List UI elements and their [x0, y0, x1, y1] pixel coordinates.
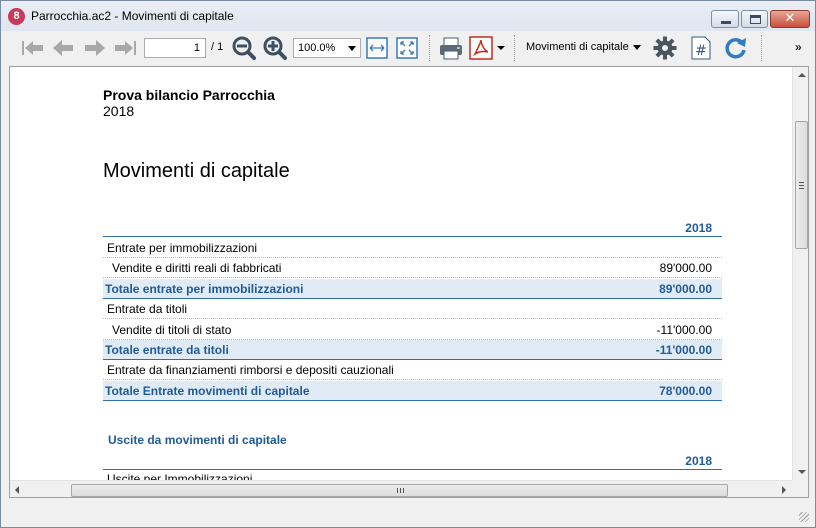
last-page-icon: [115, 41, 136, 55]
maximize-button[interactable]: [741, 10, 768, 28]
section-title: Uscite da movimenti di capitale: [108, 433, 287, 447]
report-page: Prova bilancio Parrocchia 2018 Movimenti…: [10, 67, 792, 480]
maximize-icon: [750, 15, 761, 24]
row-label: Totale entrate per immobilizzazioni: [105, 282, 304, 296]
grip-icon: [397, 488, 404, 493]
title-bar: 8 Parrocchia.ac2 - Movimenti di capitale…: [1, 1, 815, 31]
horizontal-scroll-thumb[interactable]: [71, 484, 728, 497]
zoom-value: 100.0%: [298, 42, 336, 54]
first-page-icon: [22, 41, 43, 55]
refresh-button[interactable]: [722, 34, 750, 62]
report-select[interactable]: Movimenti di capitale: [521, 38, 645, 58]
scroll-corner: [792, 480, 808, 497]
report-viewport: Prova bilancio Parrocchia 2018 Movimenti…: [9, 66, 809, 498]
page-number-input[interactable]: 1: [144, 38, 206, 58]
vertical-scrollbar[interactable]: [792, 67, 808, 480]
chevron-down-icon: [633, 45, 641, 50]
status-bar: [1, 498, 815, 527]
zoom-out-icon: [232, 36, 256, 60]
fit-width-icon: [366, 37, 388, 59]
row-label: Entrate per immobilizzazioni: [107, 241, 258, 255]
horizontal-scrollbar[interactable]: [10, 480, 792, 497]
chevron-down-icon: [497, 46, 505, 50]
fit-page-button[interactable]: [395, 34, 419, 62]
total-row: Totale entrate per immobilizzazioni 89'00…: [103, 279, 722, 299]
column-header-year: 2018: [685, 221, 712, 235]
row-label: Vendite di titoli di stato: [112, 323, 232, 337]
row-amount: -11'000.00: [655, 343, 712, 357]
last-page-button[interactable]: [111, 34, 139, 62]
next-page-button[interactable]: [81, 34, 109, 62]
settings-button[interactable]: [651, 34, 679, 62]
column-header: 2018: [103, 219, 722, 237]
toolbar-overflow-button[interactable]: »: [795, 40, 802, 54]
printer-icon: [440, 37, 462, 60]
toolbar-separator: [429, 35, 430, 61]
arrow-right-icon: [85, 40, 105, 56]
gear-icon: [653, 36, 677, 60]
report-header-title: Prova bilancio Parrocchia: [103, 87, 275, 103]
total-row: Totale entrate da titoli -11'000.00: [103, 340, 722, 360]
zoom-select[interactable]: 100.0%: [293, 38, 361, 58]
total-row: Totale Entrate movimenti di capitale 78'0…: [103, 381, 722, 401]
scroll-down-icon[interactable]: [798, 470, 806, 474]
minimize-icon: [721, 21, 731, 24]
scroll-left-icon[interactable]: [15, 486, 19, 494]
table-row: Entrate da finanziamenti rimborsi e depo…: [103, 360, 722, 380]
table-row: Vendite di titoli di stato -11'000.00: [103, 320, 722, 340]
report-select-value: Movimenti di capitale: [526, 41, 629, 53]
minimize-button[interactable]: [711, 10, 739, 28]
row-amount: 78'000.00: [659, 384, 712, 398]
table-row: Vendite e diritti reali di fabbricati 89'…: [103, 258, 722, 278]
fit-width-button[interactable]: [365, 34, 389, 62]
first-page-button[interactable]: [19, 34, 47, 62]
row-label: Entrate da finanziamenti rimborsi e depo…: [107, 363, 394, 377]
column-header-year: 2018: [685, 454, 712, 468]
toolbar: 1 / 1 100.0% Movimenti di capitale # »: [9, 31, 815, 65]
row-label: Totale Entrate movimenti di capitale: [105, 384, 310, 398]
window-title: Parrocchia.ac2 - Movimenti di capitale: [31, 9, 234, 23]
scroll-right-icon[interactable]: [782, 486, 786, 494]
scroll-up-icon[interactable]: [798, 73, 806, 77]
page-title: Movimenti di capitale: [103, 160, 290, 182]
toolbar-separator: [514, 35, 515, 61]
app-logo-icon: 8: [8, 8, 25, 25]
row-label: Entrate da titoli: [107, 302, 188, 316]
pdf-icon: [469, 36, 493, 60]
arrow-left-icon: [53, 40, 73, 56]
table-row: Entrate da titoli: [103, 299, 722, 319]
numbering-button[interactable]: #: [689, 34, 713, 62]
page-total: / 1: [211, 41, 224, 53]
zoom-in-icon: [263, 36, 287, 60]
toolbar-separator: [761, 35, 762, 61]
previous-page-button[interactable]: [49, 34, 77, 62]
row-label: Vendite e diritti reali di fabbricati: [112, 261, 282, 275]
svg-text:#: #: [695, 43, 707, 59]
close-icon: ✕: [784, 11, 796, 26]
hash-document-icon: #: [691, 36, 711, 60]
table-row: Entrate per immobilizzazioni: [103, 238, 722, 258]
fit-page-icon: [396, 37, 418, 59]
report-header-year: 2018: [103, 103, 135, 119]
grip-icon: [799, 182, 804, 189]
export-dropdown-button[interactable]: [495, 34, 507, 62]
row-amount: -11'000.00: [656, 323, 712, 337]
row-amount: 89'000.00: [659, 261, 712, 275]
export-pdf-button[interactable]: [468, 34, 494, 62]
resize-grip-icon[interactable]: [799, 512, 809, 522]
table-row-label: Uscite per Immobilizzazioni: [107, 472, 253, 480]
zoom-in-button[interactable]: [262, 34, 288, 62]
refresh-icon: [725, 38, 746, 59]
close-button[interactable]: ✕: [770, 10, 810, 28]
chevron-down-icon: [348, 46, 356, 51]
app-window: 8 Parrocchia.ac2 - Movimenti di capitale…: [0, 0, 816, 528]
row-amount: 89'000.00: [659, 282, 712, 296]
row-label: Totale entrate da titoli: [105, 343, 229, 357]
vertical-scroll-thumb[interactable]: [795, 121, 808, 249]
column-header: 2018: [103, 451, 722, 470]
zoom-out-button[interactable]: [231, 34, 257, 62]
print-button[interactable]: [437, 34, 465, 62]
